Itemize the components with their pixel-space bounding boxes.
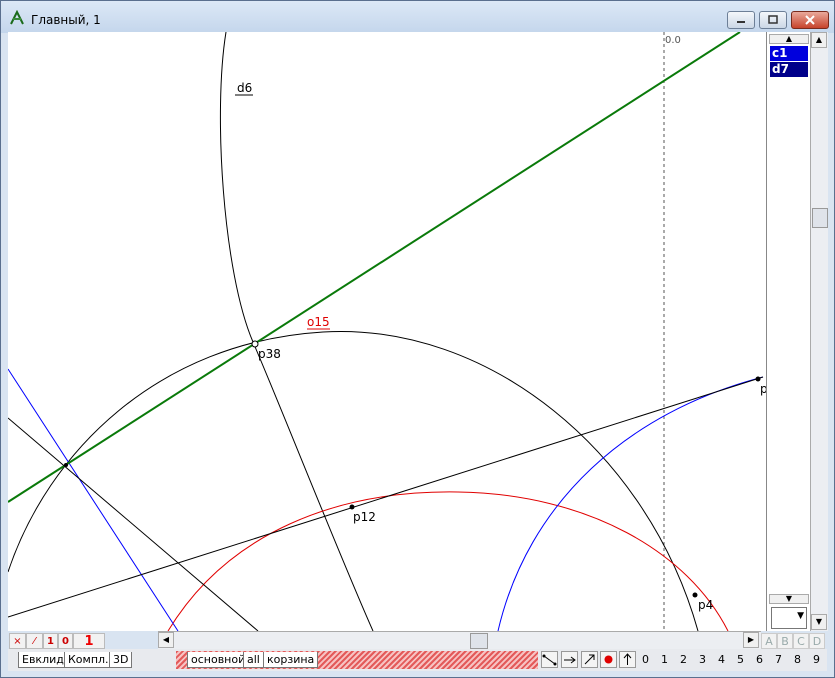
- tab-trash[interactable]: корзина: [263, 652, 319, 668]
- window-title: Главный, 1: [31, 13, 101, 27]
- digit-4[interactable]: 4: [718, 653, 725, 666]
- vector-tool-button[interactable]: [581, 651, 598, 668]
- close-button[interactable]: [791, 11, 829, 29]
- digit-8[interactable]: 8: [794, 653, 801, 666]
- list-item-d7[interactable]: d7: [770, 62, 808, 77]
- tab-3d[interactable]: 3D: [109, 652, 133, 668]
- circle-arc[interactable]: [8, 330, 699, 631]
- chevron-down-icon: ▼: [797, 611, 804, 621]
- tool-1[interactable]: 1: [43, 633, 58, 649]
- green-line[interactable]: [8, 32, 741, 503]
- list-scroll-up[interactable]: ▲: [769, 34, 809, 44]
- point-p12[interactable]: [349, 504, 355, 510]
- delete-tool[interactable]: ×: [9, 633, 26, 649]
- minimize-button[interactable]: [727, 11, 755, 29]
- label-o15: o15: [307, 315, 330, 329]
- label-p4: p4: [698, 598, 713, 612]
- tab-complex[interactable]: Компл.: [64, 652, 113, 668]
- red-dot-icon: [604, 655, 613, 664]
- label-p38: p38: [258, 347, 281, 361]
- digit-0[interactable]: 0: [642, 653, 649, 666]
- scroll-down-button[interactable]: ▼: [811, 614, 827, 630]
- arrow-right-icon: [564, 656, 576, 664]
- list-scroll-down[interactable]: ▼: [769, 594, 809, 604]
- label-p12: p12: [353, 510, 376, 524]
- red-arc[interactable]: [167, 491, 729, 631]
- label-d6: d6: [237, 81, 252, 95]
- title-bar[interactable]: Главный, 1: [1, 1, 834, 33]
- digit-7[interactable]: 7: [775, 653, 782, 666]
- restore-button[interactable]: [759, 11, 787, 29]
- digit-6[interactable]: 6: [756, 653, 763, 666]
- layer-c-button[interactable]: C: [793, 633, 809, 649]
- point-p4[interactable]: [692, 592, 698, 598]
- vertical-scrollbar[interactable]: ▲ ▼: [810, 32, 828, 631]
- scroll-left-button[interactable]: ◀: [158, 632, 174, 648]
- layer-b-button[interactable]: B: [777, 633, 793, 649]
- point-tool-button[interactable]: [600, 651, 617, 668]
- digit-5[interactable]: 5: [737, 653, 744, 666]
- axis-label: 0.0: [665, 35, 681, 46]
- intersection-point[interactable]: [64, 463, 68, 467]
- black-line-2[interactable]: [8, 417, 259, 631]
- scroll-up-button[interactable]: ▲: [811, 32, 827, 48]
- digit-9[interactable]: 9: [813, 653, 820, 666]
- scroll-right-button[interactable]: ▶: [743, 632, 759, 648]
- blue-arc[interactable]: [497, 376, 764, 631]
- up-tool-button[interactable]: [619, 651, 636, 668]
- tab-main-layer[interactable]: основной: [187, 652, 250, 668]
- line-tool[interactable]: ⁄: [26, 633, 43, 649]
- digit-2[interactable]: 2: [680, 653, 687, 666]
- minimize-icon: [737, 21, 745, 23]
- black-line-1[interactable]: [8, 376, 764, 618]
- construction-drawing: 0.0 d6 o15 p38 p12 p4 p: [8, 32, 766, 631]
- drawing-canvas[interactable]: 0.0 d6 o15 p38 p12 p4 p: [8, 32, 766, 631]
- horizontal-scroll-thumb[interactable]: [470, 633, 488, 649]
- object-list-panel: ▲ c1 d7 ▼ ▼: [766, 32, 811, 631]
- tab-euclid[interactable]: Евклид: [18, 652, 68, 668]
- arrow-up-icon: [623, 653, 632, 665]
- digit-1[interactable]: 1: [661, 653, 668, 666]
- segment-tool-button[interactable]: [541, 651, 558, 668]
- app-icon: [10, 10, 24, 25]
- vertical-scroll-thumb[interactable]: [812, 208, 828, 228]
- digit-3[interactable]: 3: [699, 653, 706, 666]
- point-p-edge[interactable]: [755, 376, 761, 382]
- list-dropdown[interactable]: ▼: [771, 607, 807, 629]
- diagonal-arrow-icon: [584, 654, 595, 665]
- list-item-c1[interactable]: c1: [770, 46, 808, 61]
- close-icon: [805, 15, 815, 25]
- restore-icon: [768, 15, 778, 24]
- segment-icon: [542, 654, 557, 666]
- ray-tool-button[interactable]: [561, 651, 578, 668]
- layer-a-button[interactable]: A: [761, 633, 777, 649]
- horizontal-scrollbar[interactable]: ◀ ▶: [158, 631, 761, 649]
- tool-big-1[interactable]: 1: [73, 633, 105, 649]
- tool-0[interactable]: 0: [58, 633, 73, 649]
- tab-all[interactable]: all: [243, 652, 264, 668]
- layer-d-button[interactable]: D: [809, 633, 825, 649]
